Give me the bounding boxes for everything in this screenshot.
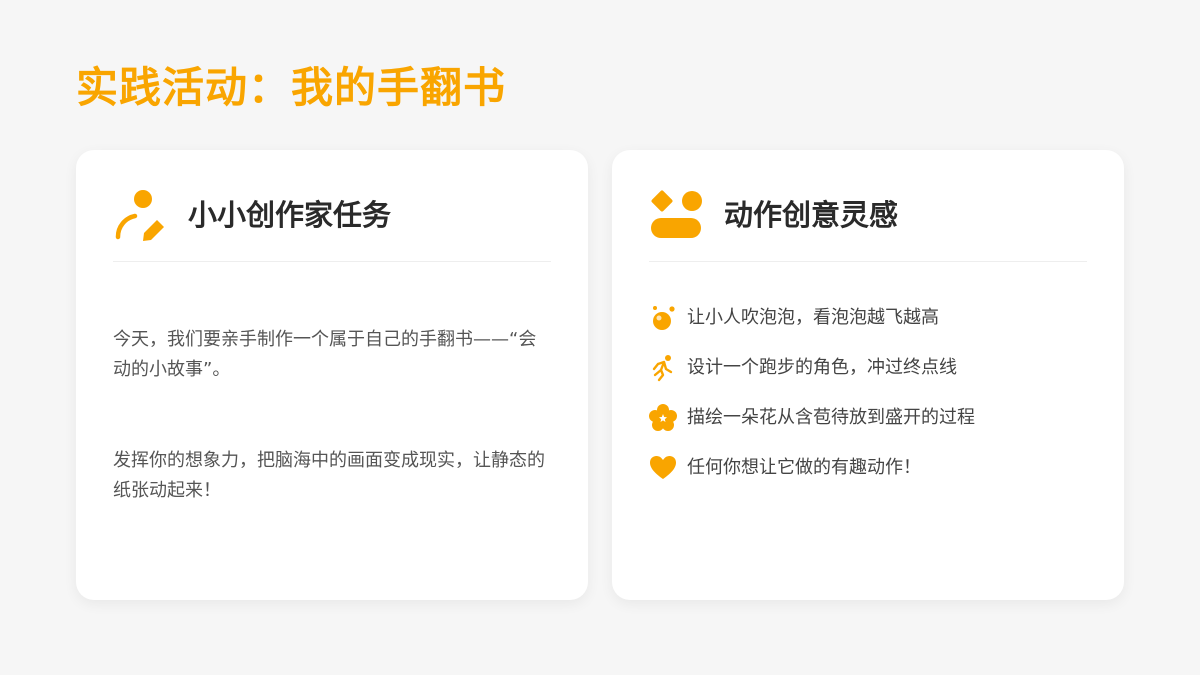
idea-text: 设计一个跑步的角色，冲过终点线	[687, 357, 957, 378]
shapes-icon	[651, 190, 702, 238]
idea-text: 让小人吹泡泡，看泡泡越飞越高	[687, 307, 939, 328]
list-item: 描绘一朵花从含苞待放到盛开的过程	[649, 393, 975, 443]
task-card-header: 小小创作家任务	[113, 188, 551, 262]
ideas-card-header: 动作创意灵感	[649, 188, 1087, 262]
heart-icon	[650, 456, 676, 479]
ideas-list: 让小人吹泡泡，看泡泡越飞越高 设计一个跑步的角色，冲过终点线 描绘一朵花从含苞待…	[649, 293, 975, 493]
list-item: 让小人吹泡泡，看泡泡越飞越高	[649, 293, 975, 343]
running-icon	[652, 355, 673, 382]
task-card: 小小创作家任务 今天，我们要亲手制作一个属于自己的手翻书——“会动的小故事”。 …	[76, 150, 588, 600]
bubble-icon	[653, 306, 675, 330]
task-card-title: 小小创作家任务	[188, 198, 392, 232]
list-item: 设计一个跑步的角色，冲过终点线	[649, 343, 975, 393]
task-paragraph: 发挥你的想象力，把脑海中的画面变成现实，让静态的纸张动起来！	[113, 450, 545, 501]
page-title: 实践活动：我的手翻书	[76, 63, 507, 112]
idea-text: 任何你想让它做的有趣动作！	[687, 457, 921, 478]
flower-icon	[649, 404, 677, 431]
task-paragraph: 今天，我们要亲手制作一个属于自己的手翻书——“会动的小故事”。	[113, 329, 537, 380]
person-pencil-icon	[115, 190, 164, 241]
list-item: 任何你想让它做的有趣动作！	[649, 443, 975, 493]
ideas-card: 动作创意灵感 让小人吹泡泡，看泡泡越飞越高 设计一个跑步的角色，冲过终点线 描绘…	[612, 150, 1124, 600]
ideas-card-title: 动作创意灵感	[724, 198, 899, 232]
idea-text: 描绘一朵花从含苞待放到盛开的过程	[687, 407, 975, 428]
